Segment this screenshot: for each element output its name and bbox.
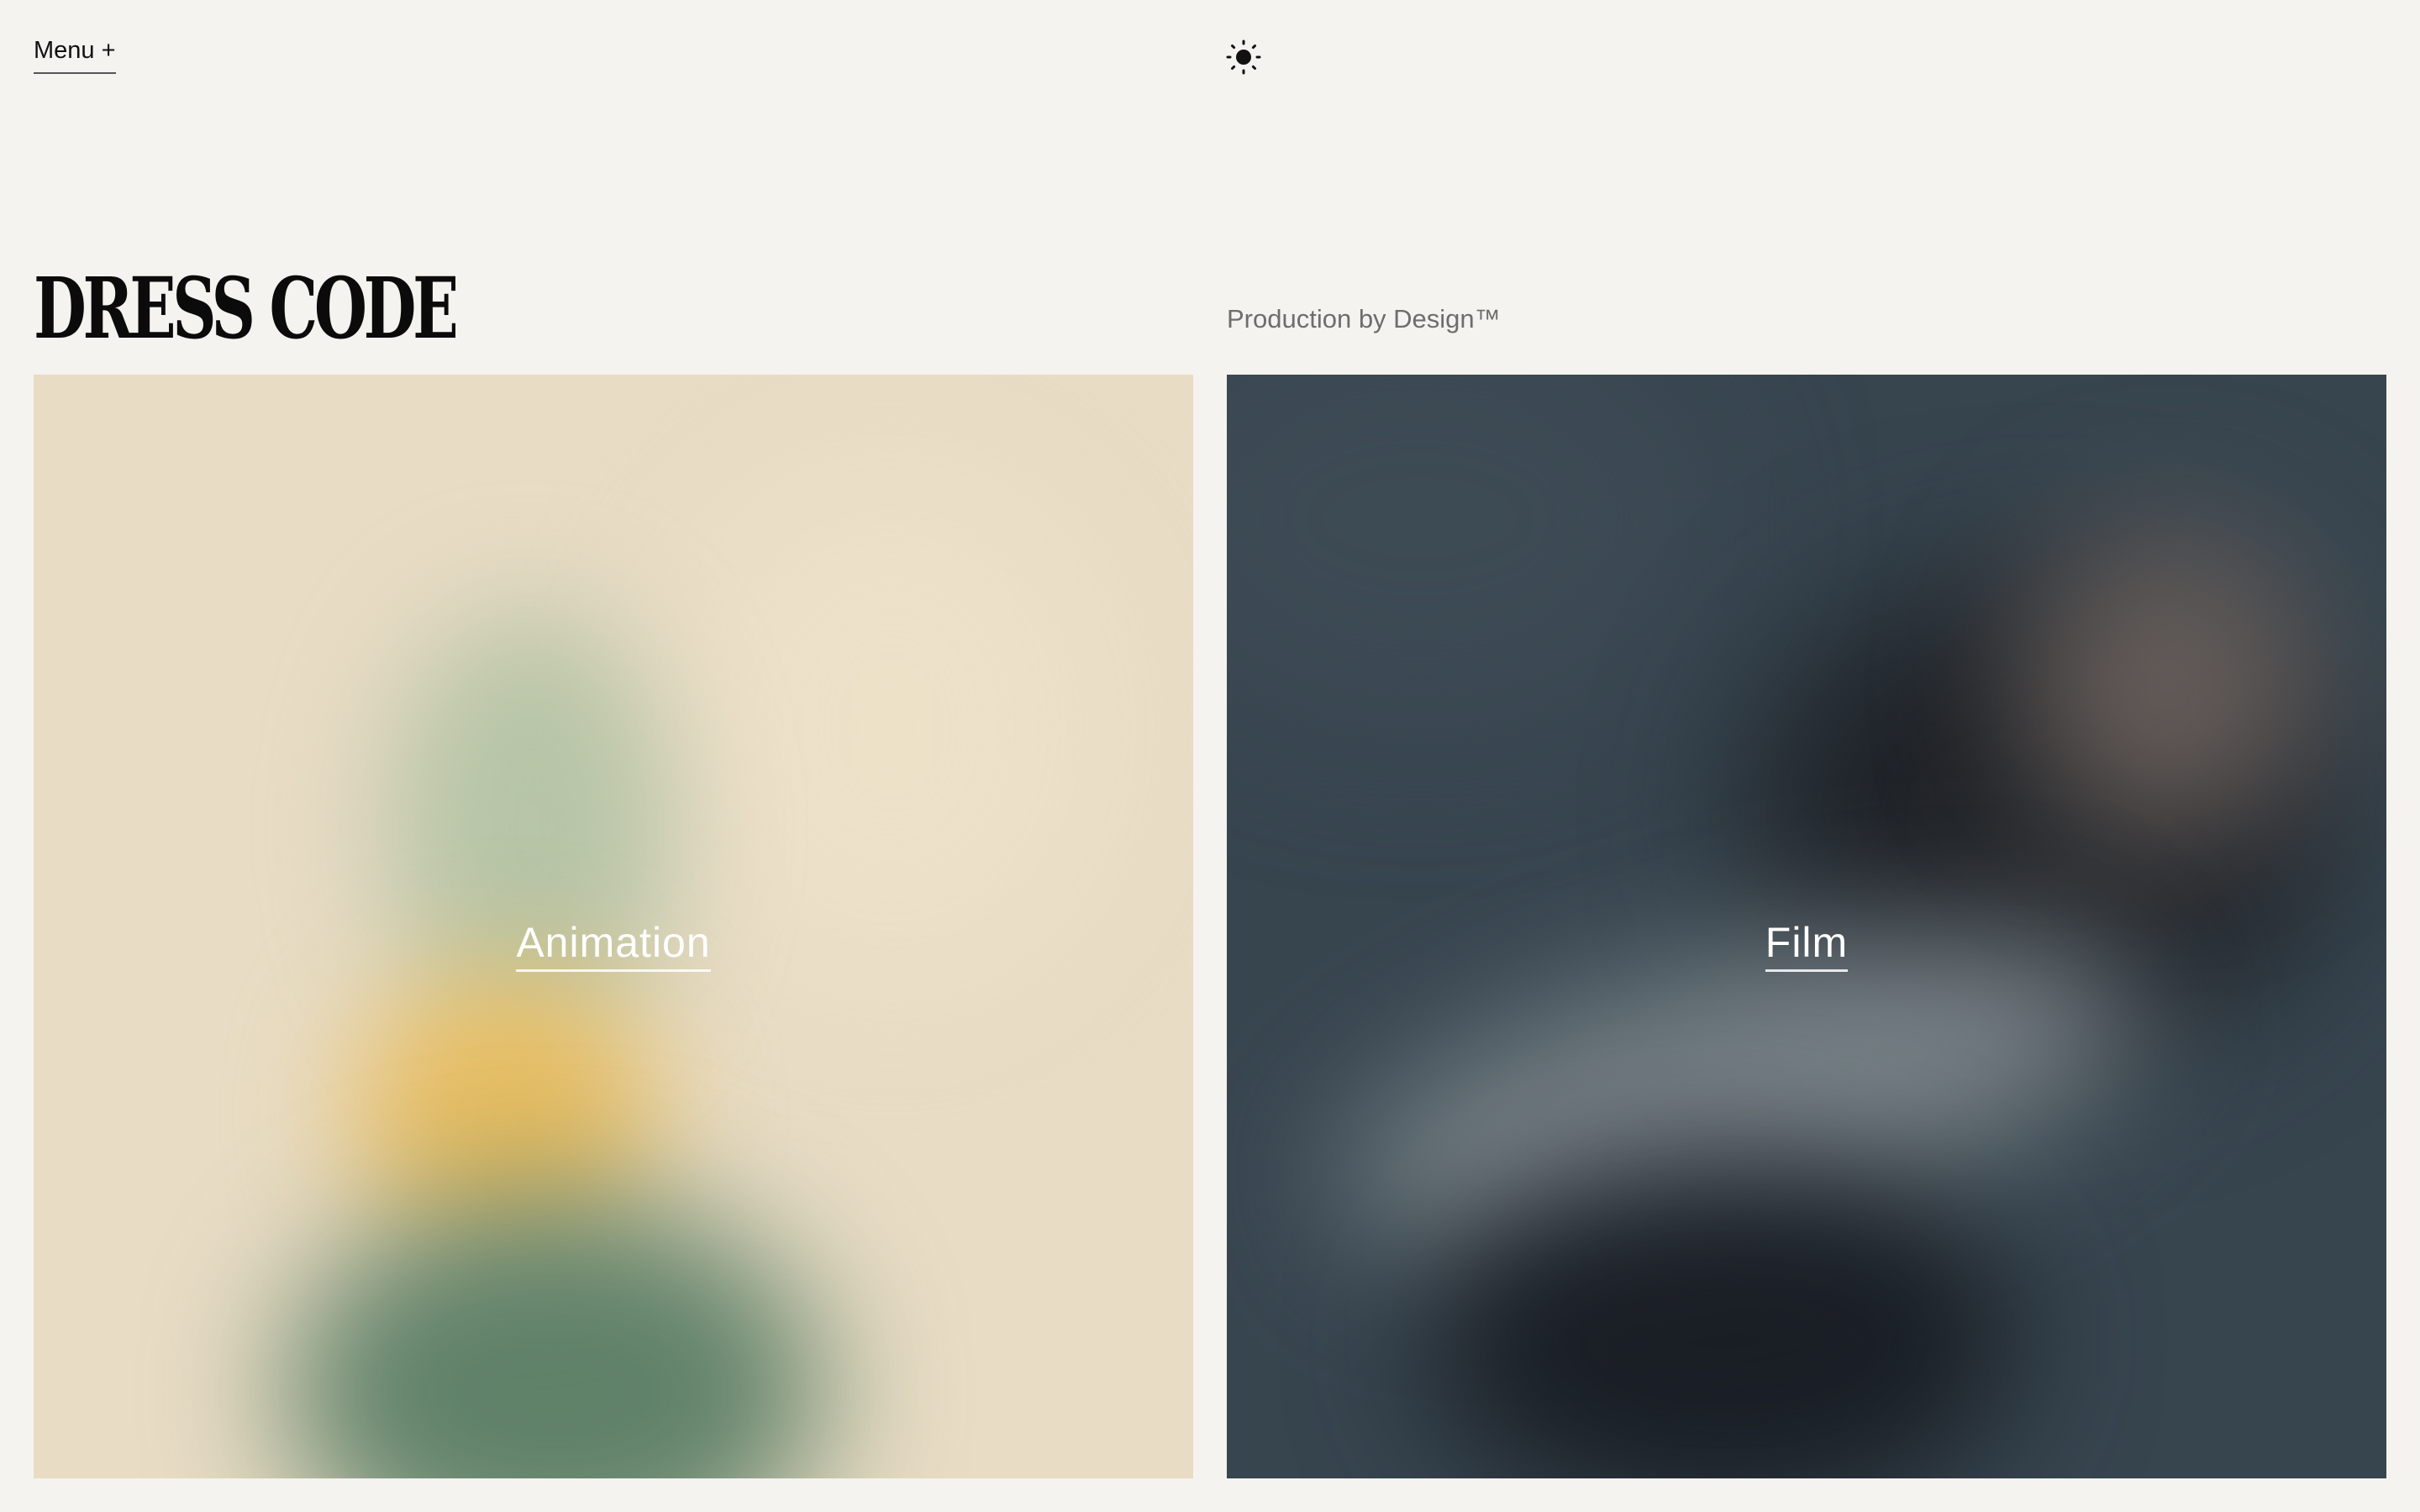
tile-label-container: Film — [1227, 919, 2386, 972]
sun-icon — [1225, 39, 1262, 76]
theme-toggle-button[interactable] — [1225, 39, 1262, 76]
tile-background-blur — [1227, 375, 1714, 727]
brand-logo[interactable]: DRESS CODE — [34, 270, 455, 343]
animation-tile[interactable]: Animation — [34, 375, 1193, 1478]
menu-button[interactable]: Menu + — [34, 34, 116, 74]
animation-link[interactable]: Animation — [516, 919, 711, 972]
tile-background-blur — [286, 1198, 823, 1478]
tagline: Production by Design™ — [1227, 304, 1501, 333]
tile-background-blur — [672, 475, 1109, 979]
film-link[interactable]: Film — [1765, 919, 1849, 972]
page: Menu + DRESS CODE Production by Design™ … — [0, 0, 2420, 1512]
logo-wordmark: DRESS CODE — [34, 270, 455, 343]
tile-label-container: Animation — [34, 919, 1193, 972]
film-tile[interactable]: Film — [1227, 375, 2386, 1478]
tile-background-blur — [2017, 526, 2319, 845]
